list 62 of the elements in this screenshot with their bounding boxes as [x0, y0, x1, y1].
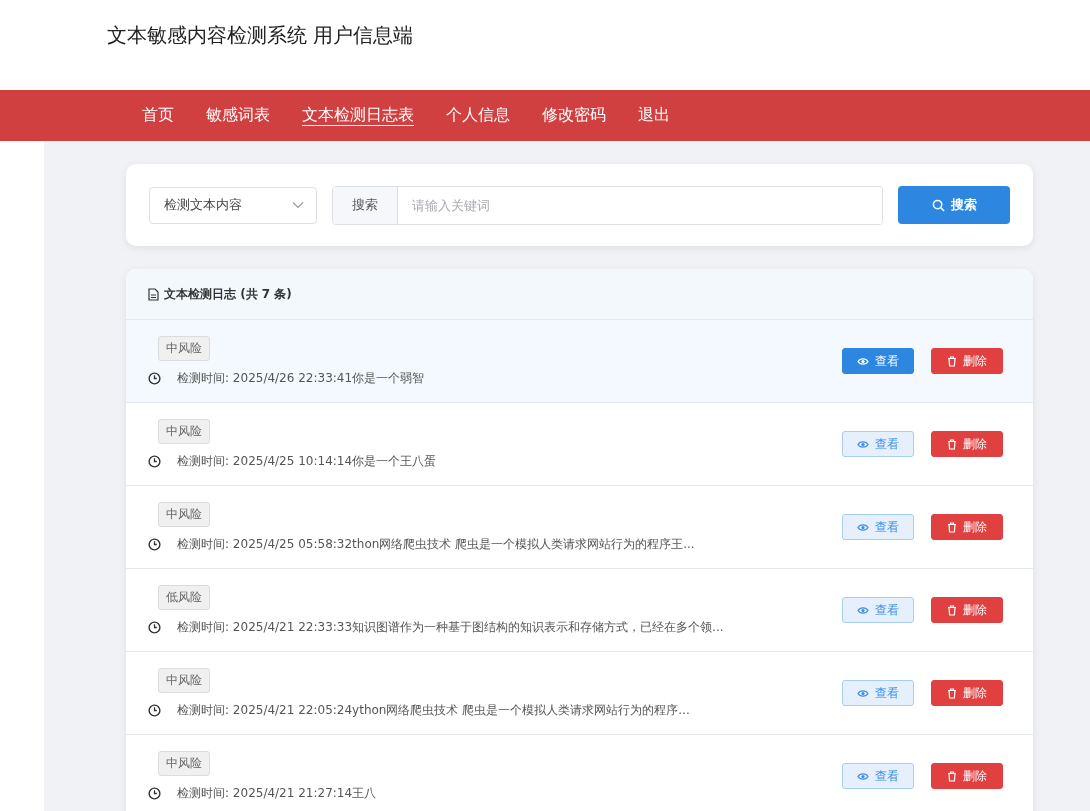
clock-icon: [148, 371, 161, 385]
delete-button[interactable]: 删除: [931, 763, 1003, 789]
trash-icon: [947, 687, 957, 699]
trash-icon: [947, 438, 957, 450]
chevron-down-icon: [292, 201, 304, 209]
search-button[interactable]: 搜索: [898, 186, 1010, 224]
document-icon: [148, 287, 159, 301]
risk-tag: 中风险: [158, 501, 210, 527]
log-text: 检测时间: 2025/4/21 22:33:33知识图谱作为一种基于图结构的知识表示和存储方式，已经在多个领...: [177, 618, 724, 636]
delete-button[interactable]: 删除: [931, 597, 1003, 623]
risk-tag: 中风险: [158, 750, 210, 776]
nav-link[interactable]: 文本检测日志表: [290, 99, 426, 132]
eye-icon: [857, 439, 869, 449]
log-row[interactable]: 中风险 检测时间: 2025/4/25 05:58:32thon网络爬虫技术 爬虫是一个模拟人类请求网站行为的程序王... 查看 删除: [126, 486, 1033, 569]
trash-icon: [947, 355, 957, 367]
trash-icon: [947, 521, 957, 533]
risk-tag: 中风险: [158, 335, 210, 361]
log-text: 检测时间: 2025/4/25 05:58:32thon网络爬虫技术 爬虫是一个模拟人类请求网站行为的程序王...: [177, 535, 695, 553]
nav-link[interactable]: 退出: [626, 99, 682, 132]
trash-icon: [947, 604, 957, 616]
log-row[interactable]: 中风险 检测时间: 2025/4/26 22:33:41你是一个弱智 查看 删除: [126, 320, 1033, 403]
delete-button[interactable]: 删除: [931, 514, 1003, 540]
delete-button[interactable]: 删除: [931, 431, 1003, 457]
app-title: 文本敏感内容检测系统 用户信息端: [107, 21, 414, 49]
log-row[interactable]: 中风险 检测时间: 2025/4/21 21:27:14王八 查看 删除: [126, 735, 1033, 811]
field-select[interactable]: 检测文本内容: [149, 186, 317, 224]
nav-link[interactable]: 敏感词表: [194, 99, 282, 132]
view-button[interactable]: 查看: [842, 680, 914, 706]
eye-icon: [857, 771, 869, 781]
delete-button[interactable]: 删除: [931, 348, 1003, 374]
log-row[interactable]: 中风险 检测时间: 2025/4/25 10:14:14你是一个王八蛋 查看 删除: [126, 403, 1033, 486]
view-button[interactable]: 查看: [842, 348, 914, 374]
clock-icon: [148, 454, 161, 468]
log-row[interactable]: 低风险 检测时间: 2025/4/21 22:33:33知识图谱作为一种基于图结构的知识表示和存储方式，已经在多个领... 查看 删除: [126, 569, 1033, 652]
eye-icon: [857, 688, 869, 698]
clock-icon: [148, 703, 161, 717]
view-button[interactable]: 查看: [842, 763, 914, 789]
clock-icon: [148, 620, 161, 634]
trash-icon: [947, 770, 957, 782]
search-field[interactable]: 搜索 请输入关键词: [332, 185, 883, 225]
eye-icon: [857, 522, 869, 532]
clock-icon: [148, 537, 161, 551]
risk-tag: 中风险: [158, 418, 210, 444]
nav-link[interactable]: 个人信息: [434, 99, 522, 132]
log-text: 检测时间: 2025/4/25 10:14:14你是一个王八蛋: [177, 452, 437, 470]
view-button[interactable]: 查看: [842, 431, 914, 457]
search-icon: [931, 198, 945, 212]
view-button[interactable]: 查看: [842, 514, 914, 540]
risk-tag: 低风险: [158, 584, 210, 610]
nav-link[interactable]: 首页: [130, 99, 186, 132]
log-title: 文本检测日志 (共 7 条): [164, 285, 292, 303]
nav-link[interactable]: 修改密码: [530, 99, 618, 132]
eye-icon: [857, 605, 869, 615]
eye-icon: [857, 356, 869, 366]
log-text: 检测时间: 2025/4/26 22:33:41你是一个弱智: [177, 369, 425, 387]
view-button[interactable]: 查看: [842, 597, 914, 623]
risk-tag: 中风险: [158, 667, 210, 693]
log-text: 检测时间: 2025/4/21 22:05:24ython网络爬虫技术 爬虫是一个模拟人类请求网站行为的程序...: [177, 701, 690, 719]
clock-icon: [148, 786, 161, 800]
log-text: 检测时间: 2025/4/21 21:27:14王八: [177, 784, 377, 802]
log-row[interactable]: 中风险 检测时间: 2025/4/21 22:05:24ython网络爬虫技术 爬虫是一个模拟人类请求网站行为的程序... 查看 删除: [126, 652, 1033, 735]
delete-button[interactable]: 删除: [931, 680, 1003, 706]
